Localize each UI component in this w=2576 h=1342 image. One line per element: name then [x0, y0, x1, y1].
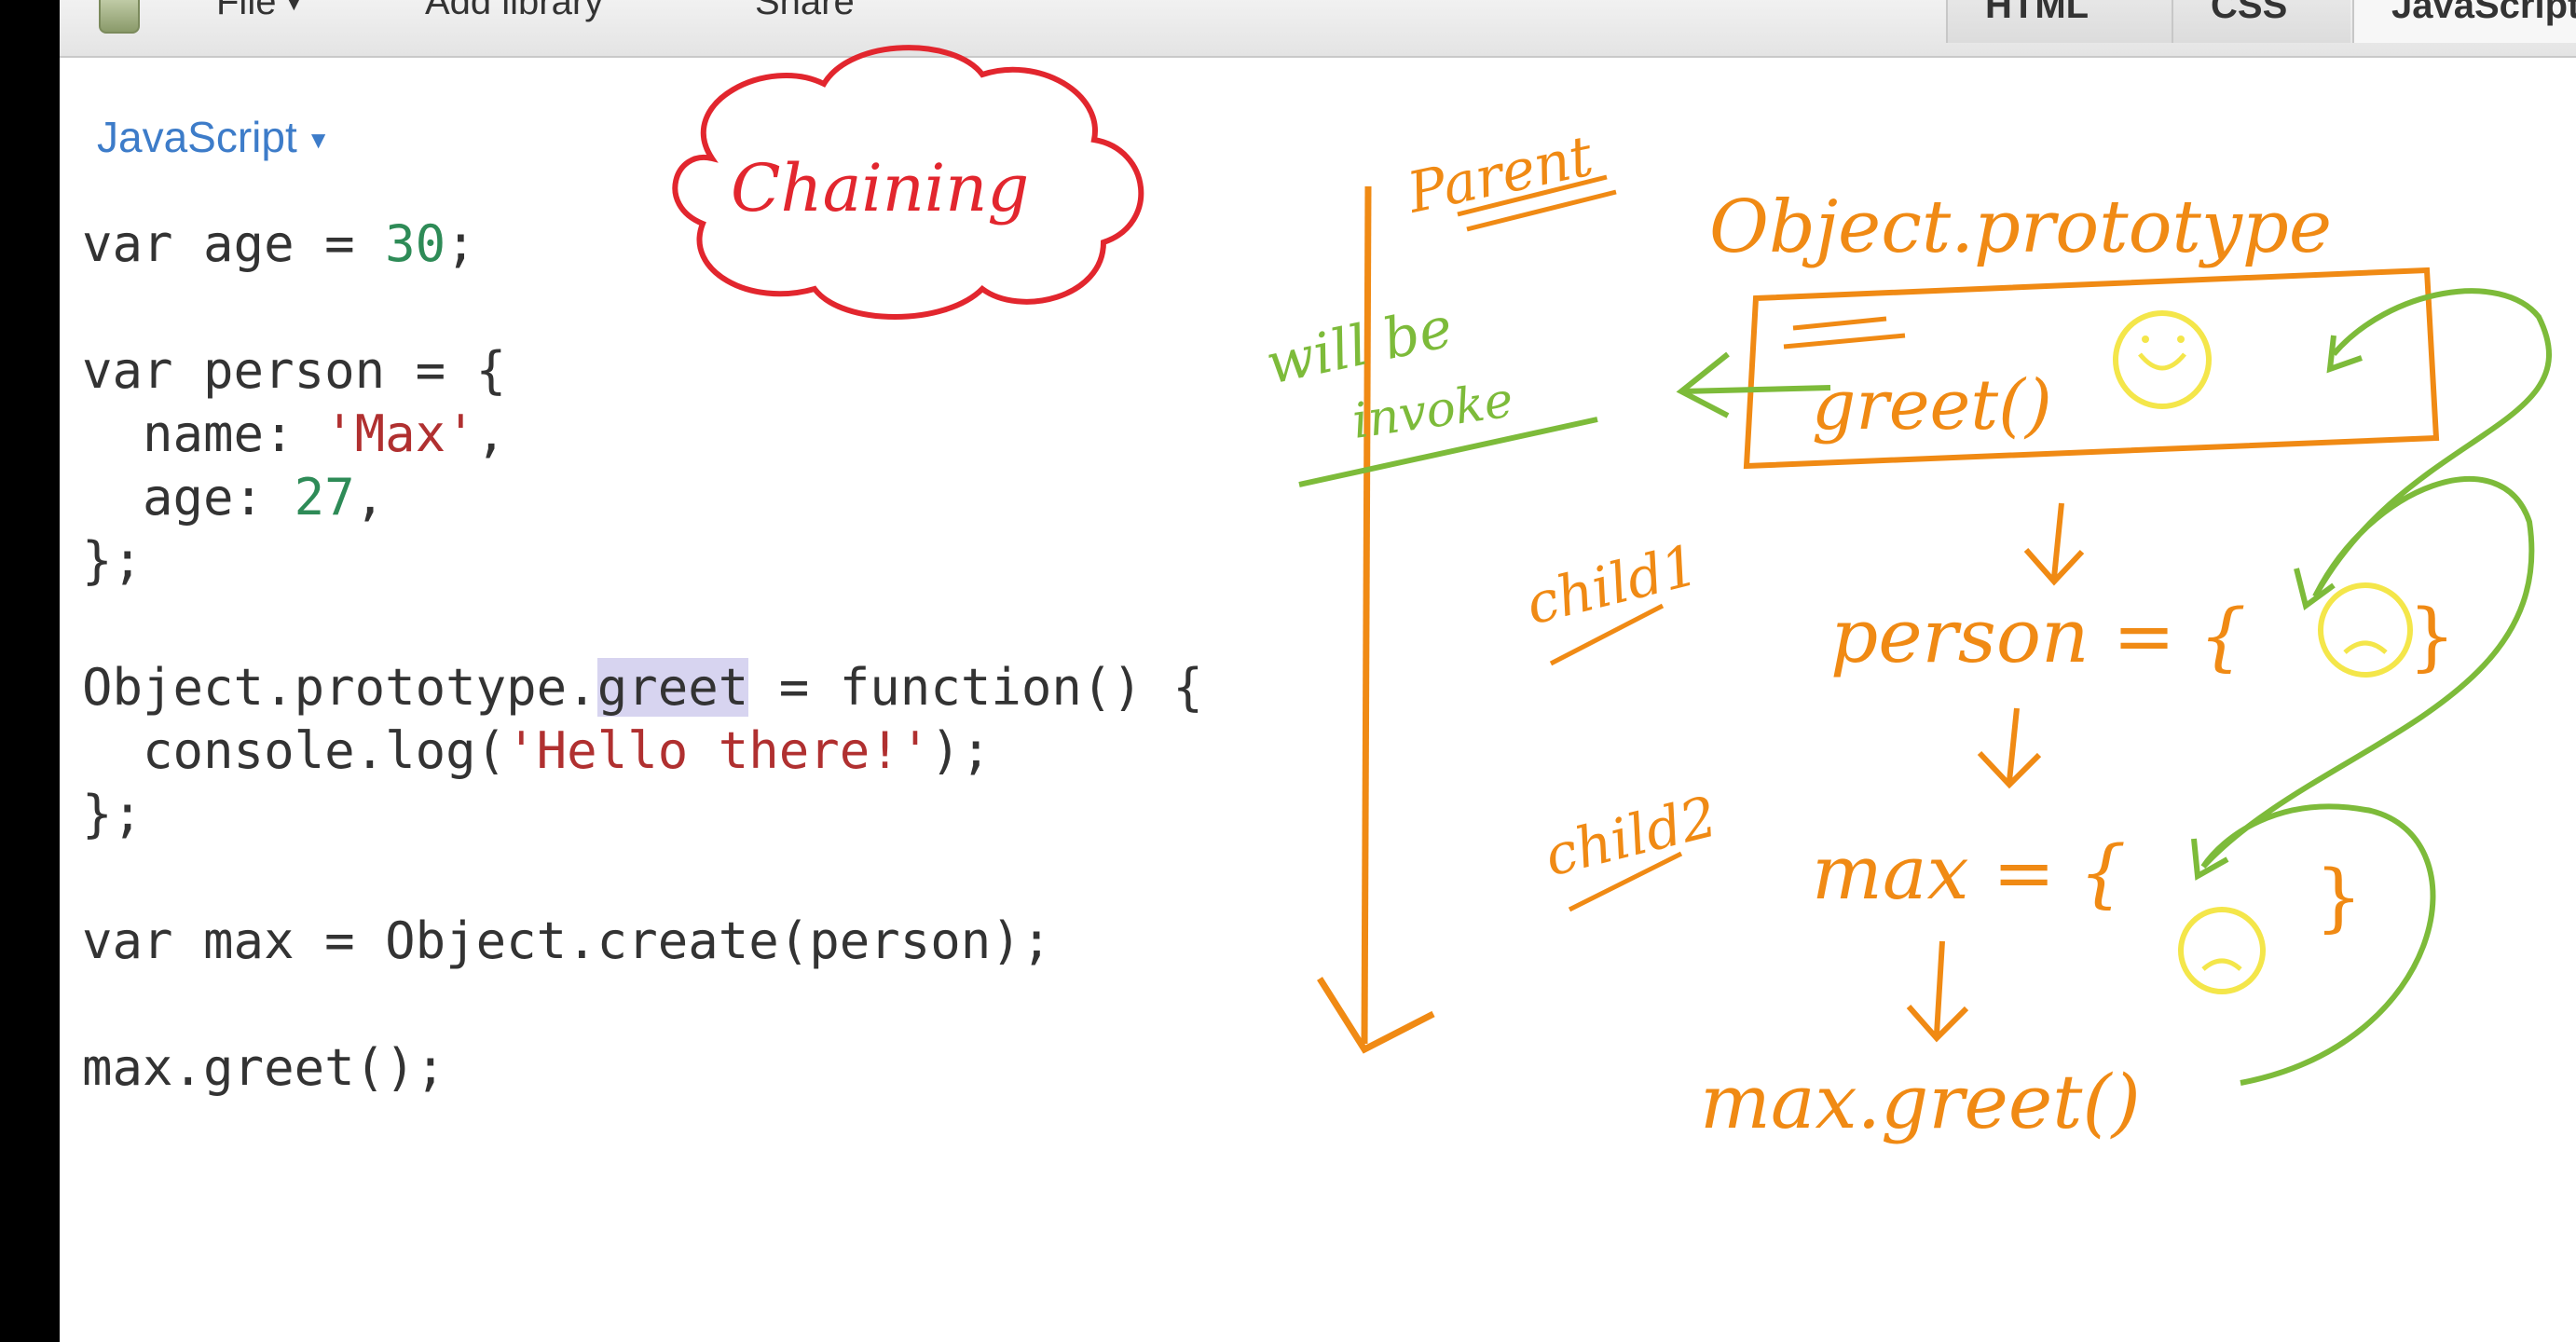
annotation-layer: Chaining Parent Object.prototype greet()…	[672, 45, 2553, 1145]
sad-face-icon	[2178, 907, 2266, 994]
max-greet-label: max.greet()	[1700, 1059, 2141, 1145]
max-label: max = {	[1812, 829, 2126, 916]
will-be-label: will be	[1261, 294, 1459, 397]
child2-label: child2	[1539, 784, 1724, 889]
sad-face-icon	[2318, 582, 2413, 678]
person-label: person = {	[1830, 593, 2246, 679]
hierarchy-arrowhead	[1317, 977, 1435, 1054]
jsbin-screen: File ▼ Add library Share HTML CSS JavaScr…	[60, 0, 2576, 1342]
svg-text:}: }	[2315, 854, 2363, 940]
happy-face-icon	[2113, 310, 2212, 409]
parent-label: Parent	[1402, 123, 1599, 226]
invoke-label: invoke	[1349, 372, 1516, 450]
svg-text:}: }	[2408, 593, 2456, 679]
child1-label: child1	[1520, 532, 1706, 637]
chaining-label: Chaining	[731, 150, 1029, 226]
object-prototype-label: Object.prototype	[1709, 185, 2332, 269]
invoke-arrow	[1680, 385, 1831, 394]
lookup-chain-curve	[2200, 288, 2553, 1086]
greet-fn-label: greet()	[1812, 365, 2052, 445]
